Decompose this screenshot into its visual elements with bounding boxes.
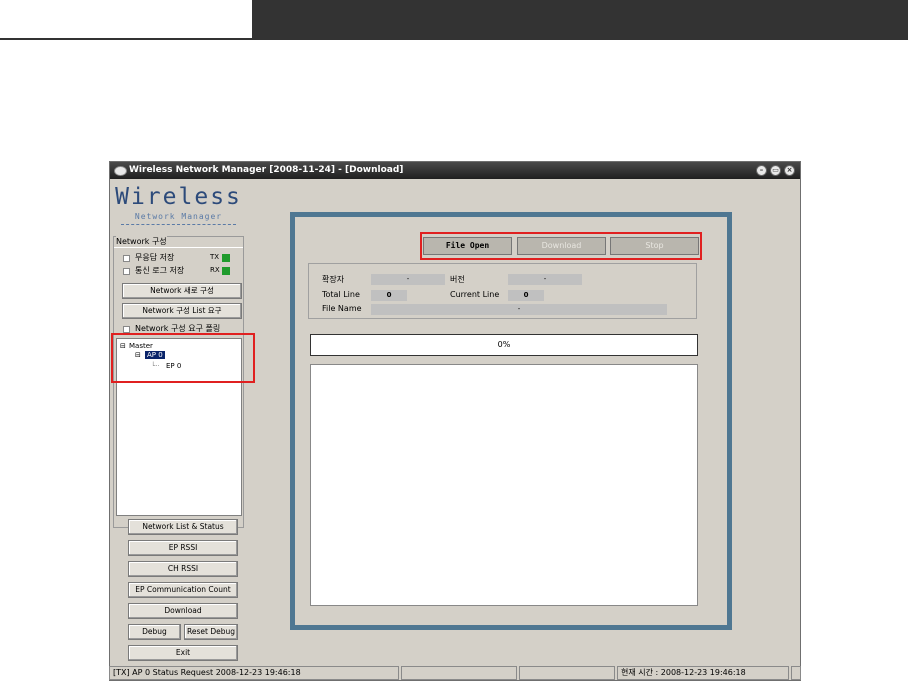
minimize-icon[interactable]: – (756, 165, 767, 176)
no-response-checkbox[interactable] (123, 255, 130, 262)
file-name-value: - (371, 304, 667, 315)
sidebar: Wireless Network Manager Network 구성 무응답 … (113, 181, 246, 661)
comm-log-checkbox[interactable] (123, 268, 130, 275)
status-left: [TX] AP 0 Status Request 2008-12-23 19:4… (109, 666, 399, 680)
header-bar (252, 0, 908, 38)
config-list-button[interactable]: Network 구성 List 요구 (122, 303, 242, 319)
exit-button[interactable]: Exit (128, 645, 238, 661)
logo-main: Wireless (115, 184, 242, 210)
version-label: 버전 (450, 275, 465, 284)
network-list-button[interactable]: Network List & Status (128, 519, 238, 535)
status-mid-2 (519, 666, 615, 680)
tree-highlight (111, 333, 255, 383)
rx-label: RX (210, 266, 220, 274)
ext-value: - (371, 274, 445, 285)
group-title: Network 구성 (116, 236, 167, 247)
app-icon (114, 166, 127, 176)
logo: Wireless Network Manager (113, 181, 244, 233)
title-bar: Wireless Network Manager [2008-11-24] - … (110, 162, 800, 179)
ext-label: 확장자 (322, 275, 345, 284)
window-title: Wireless Network Manager [2008-11-24] - … (129, 165, 404, 175)
polling-checkbox[interactable] (123, 326, 130, 333)
current-line-value: 0 (508, 290, 544, 301)
ep-comm-count-button[interactable]: EP Communication Count (128, 582, 238, 598)
resize-grip-icon[interactable] (791, 666, 801, 680)
total-line-value: 0 (371, 290, 407, 301)
close-icon[interactable]: × (784, 165, 795, 176)
logo-sub: Network Manager (134, 212, 223, 221)
tx-label: TX (210, 253, 220, 261)
file-name-label: File Name (322, 304, 362, 313)
download-nav-button[interactable]: Download (128, 603, 238, 619)
header-rule (0, 38, 908, 40)
rx-led-icon (222, 267, 230, 275)
logo-divider (121, 224, 236, 225)
tx-led-icon (222, 254, 230, 262)
download-progress-bar: 0% (310, 334, 698, 356)
total-line-label: Total Line (322, 290, 360, 299)
reset-debug-button[interactable]: Reset Debug (184, 624, 238, 640)
restore-icon[interactable]: ▭ (770, 165, 781, 176)
status-bar: [TX] AP 0 Status Request 2008-12-23 19:4… (109, 666, 801, 680)
version-value: - (508, 274, 582, 285)
no-response-label: 무응답 저장 (135, 253, 175, 262)
status-time: 현재 시간 : 2008-12-23 19:46:18 (617, 666, 789, 680)
status-mid-1 (401, 666, 517, 680)
ch-rssi-button[interactable]: CH RSSI (128, 561, 238, 577)
ep-rssi-button[interactable]: EP RSSI (128, 540, 238, 556)
new-config-button[interactable]: Network 새로 구성 (122, 283, 242, 299)
file-info-group: 확장자 - 버전 - Total Line 0 Current Line 0 F… (308, 263, 697, 319)
download-log[interactable] (310, 364, 698, 606)
current-line-label: Current Line (450, 290, 500, 299)
debug-button[interactable]: Debug (128, 624, 181, 640)
group-divider (114, 247, 243, 248)
comm-log-label: 통신 로그 저장 (135, 266, 185, 275)
toolbar-highlight (420, 232, 702, 260)
